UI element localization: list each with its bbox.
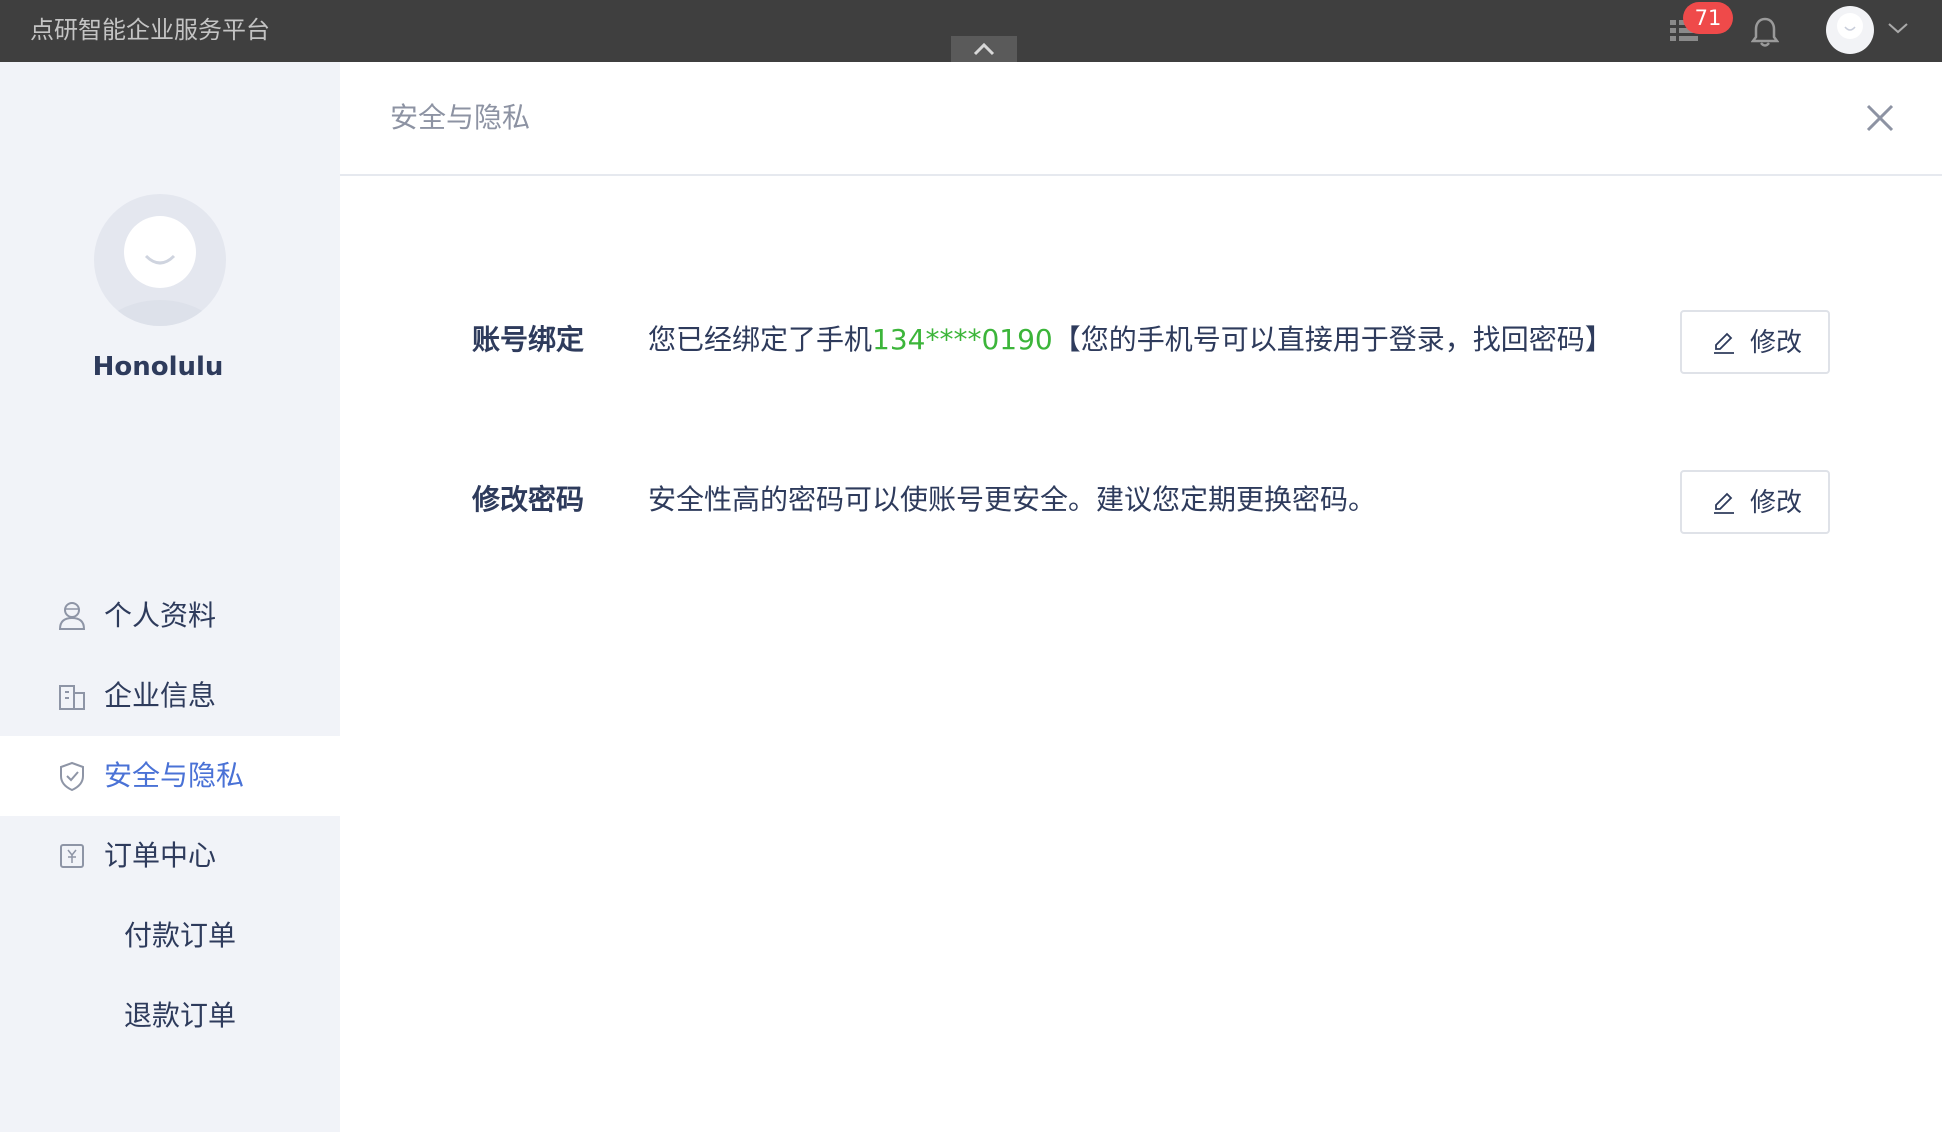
sidebar: Honolulu 个人资料 企业信息 安全与隐私 订单中心 付款订单 退款订单 (0, 62, 340, 1132)
sidebar-item-label: 付款订单 (124, 919, 237, 952)
top-bar: 点研智能企业服务平台 71 (0, 0, 1942, 62)
account-binding-desc: 您已经绑定了手机134****0190【您的手机号可以直接用于登录，找回密码】 (648, 320, 1613, 360)
bound-phone-number: 134****0190 (872, 323, 1053, 356)
chevron-up-icon (973, 42, 995, 56)
message-count-badge: 71 (1683, 2, 1733, 34)
avatar-face-icon (101, 216, 219, 326)
edit-button-label: 修改 (1750, 487, 1803, 517)
shield-icon (60, 761, 84, 792)
binding-desc-prefix: 您已经绑定了手机 (648, 323, 873, 356)
user-icon (58, 602, 86, 630)
change-password-label: 修改密码 (472, 483, 585, 516)
page-title: 安全与隐私 (390, 101, 531, 134)
sidebar-item-security[interactable]: 安全与隐私 (0, 736, 340, 816)
edit-password-button[interactable]: 修改 (1680, 470, 1830, 534)
sidebar-item-profile[interactable]: 个人资料 (0, 576, 340, 656)
sidebar-item-payment-orders[interactable]: 付款订单 (0, 896, 340, 976)
brand-title: 点研智能企业服务平台 (30, 16, 270, 44)
account-binding-label: 账号绑定 (472, 323, 585, 356)
yuan-icon (60, 844, 84, 868)
edit-phone-button[interactable]: 修改 (1680, 310, 1830, 374)
binding-desc-suffix: 【您的手机号可以直接用于登录，找回密码】 (1052, 323, 1613, 356)
sidebar-item-refund-orders[interactable]: 退款订单 (0, 976, 340, 1056)
bell-icon[interactable] (1751, 16, 1779, 48)
username: Honolulu (92, 352, 224, 382)
collapse-toggle[interactable] (951, 36, 1017, 62)
sidebar-item-label: 订单中心 (104, 839, 217, 872)
sidebar-item-label: 企业信息 (104, 679, 217, 712)
sidebar-item-label: 安全与隐私 (104, 759, 245, 792)
panel-header: 安全与隐私 (340, 62, 1942, 176)
user-avatar[interactable] (1826, 6, 1874, 54)
sidebar-item-label: 退款订单 (124, 999, 237, 1032)
sidebar-item-orders[interactable]: 订单中心 (0, 816, 340, 896)
edit-button-label: 修改 (1750, 327, 1803, 357)
avatar-face-icon (1837, 13, 1863, 39)
chevron-down-icon[interactable] (1886, 20, 1910, 36)
pencil-icon (1714, 492, 1734, 514)
profile-avatar[interactable] (94, 194, 226, 326)
pencil-icon (1714, 332, 1734, 354)
building-icon (59, 685, 85, 710)
close-icon[interactable] (1858, 96, 1902, 140)
change-password-desc: 安全性高的密码可以使账号更安全。建议您定期更换密码。 (648, 483, 1377, 516)
main-panel: 安全与隐私 账号绑定 您已经绑定了手机134****0190【您的手机号可以直接… (340, 62, 1942, 1132)
sidebar-item-label: 个人资料 (104, 599, 217, 632)
sidebar-item-company[interactable]: 企业信息 (0, 656, 340, 736)
